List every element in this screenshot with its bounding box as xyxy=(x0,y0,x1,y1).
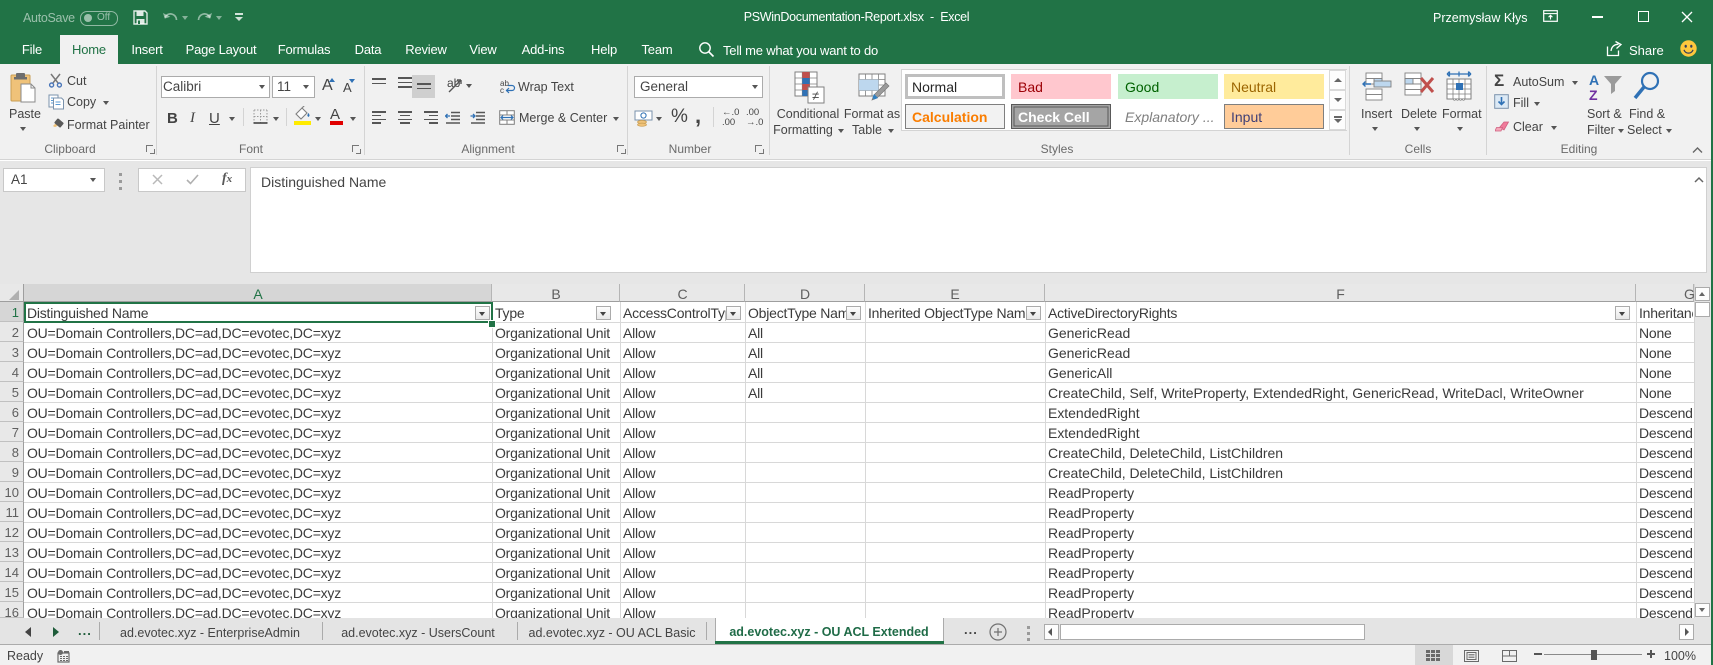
svg-text:c: c xyxy=(500,86,504,94)
svg-text:≠: ≠ xyxy=(812,88,819,103)
